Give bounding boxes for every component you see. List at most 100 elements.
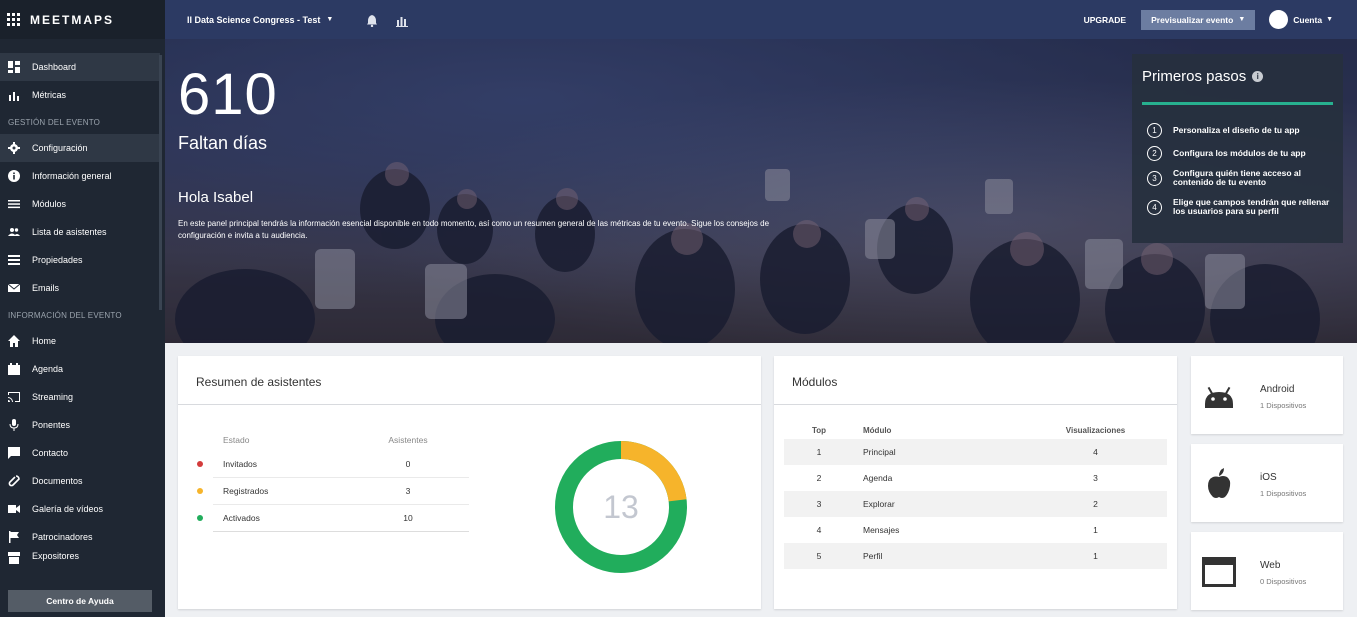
column-header: Visualizaciones (1065, 425, 1126, 435)
first-steps-title-text: Primeros pasos (1142, 68, 1247, 85)
sidebar-item-contacto[interactable]: Contacto (0, 439, 165, 467)
device-card-web: Web 0 Dispositivos (1191, 532, 1343, 610)
days-remaining: 610 (178, 62, 278, 127)
sidebar: MEETMAPS Dashboard Métricas GESTIÓN DEL … (0, 0, 165, 617)
bell-icon[interactable] (366, 14, 378, 27)
chat-icon (7, 446, 21, 460)
table-cell: Principal (863, 447, 896, 457)
sidebar-item-galeria-videos[interactable]: Galería de vídeos (0, 495, 165, 523)
column-header: Estado (223, 435, 250, 445)
table-cell: 1 (1093, 525, 1098, 535)
section-label-informacion: INFORMACIÓN DEL EVENTO (8, 311, 122, 320)
logo[interactable]: MEETMAPS (0, 0, 165, 39)
attendees-summary-card: Resumen de asistentes Estado Asistentes … (178, 356, 761, 609)
account-label: Cuenta (1293, 14, 1323, 25)
table-cell: Invitados (197, 459, 378, 469)
android-icon (1201, 378, 1237, 414)
table-cell: Explorar (863, 499, 895, 509)
sidebar-item-informacion-general[interactable]: Información general (0, 162, 165, 190)
device-card-ios: iOS 1 Dispositivos (1191, 444, 1343, 522)
divider (178, 404, 761, 405)
list-icon (7, 253, 21, 267)
sidebar-item-emails[interactable]: Emails (0, 274, 165, 302)
step-number: 4 (1147, 199, 1162, 215)
mail-icon (7, 281, 21, 295)
step-item[interactable]: 2 Configura los módulos de tu app (1147, 146, 1332, 161)
sidebar-item-label: Streaming (32, 392, 74, 402)
info-icon[interactable]: i (1252, 71, 1264, 82)
account-menu[interactable]: Cuenta ▼ (1293, 15, 1333, 25)
people-icon (7, 225, 21, 239)
video-icon (7, 502, 21, 516)
step-item[interactable]: 4 Elige que campos tendrán que rellenar … (1147, 198, 1332, 216)
greeting: Hola Isabel (178, 189, 254, 206)
section-label-gestion: GESTIÓN DEL EVENTO (8, 118, 101, 127)
sidebar-item-ponentes[interactable]: Ponentes (0, 411, 165, 439)
table-cell: Registrados (197, 486, 378, 496)
step-number: 3 (1147, 170, 1162, 186)
table-cell: Perfil (863, 551, 883, 561)
sidebar-item-modulos[interactable]: Módulos (0, 190, 165, 218)
card-title: Resumen de asistentes (196, 375, 322, 389)
sidebar-item-configuracion[interactable]: Configuración (0, 134, 160, 162)
table-cell: 2 (1093, 499, 1098, 509)
table-cell: 4 (1093, 447, 1098, 457)
chevron-down-icon: ▼ (1238, 16, 1246, 23)
step-item[interactable]: 3 Configura quién tiene acceso al conten… (1147, 169, 1332, 187)
donut-total: 13 (603, 488, 639, 525)
device-name: Web (1260, 560, 1281, 571)
apps-grid-icon[interactable] (7, 13, 20, 26)
preview-event-button[interactable]: Previsualizar evento ▼ (1141, 9, 1256, 30)
table-cell: Activados (197, 513, 378, 523)
table-cell: 1 (816, 447, 822, 457)
status-dot (197, 461, 203, 467)
sidebar-item-label: Documentos (32, 476, 83, 486)
event-selector[interactable]: II Data Science Congress - Test ▼ (187, 15, 333, 25)
step-item[interactable]: 1 Personaliza el diseño de tu app (1147, 123, 1332, 138)
sidebar-item-lista-asistentes[interactable]: Lista de asistentes (0, 218, 165, 246)
sidebar-scrollbar[interactable] (159, 55, 162, 310)
table-cell: 4 (816, 525, 822, 535)
sidebar-item-label: Expositores (32, 551, 80, 561)
table-row: 2 Agenda 3 (784, 465, 1167, 491)
help-center-button[interactable]: Centro de Ayuda (8, 590, 152, 612)
table-cell: 2 (816, 473, 822, 483)
device-card-android: Android 1 Dispositivos (1191, 356, 1343, 434)
device-count: 1 Dispositivos (1260, 489, 1307, 498)
table-cell: 3 (405, 486, 411, 496)
stats-icon[interactable] (396, 14, 409, 27)
table-cell: 10 (403, 513, 413, 523)
sidebar-item-dashboard[interactable]: Dashboard (0, 53, 160, 81)
sidebar-item-home[interactable]: Home (0, 327, 165, 355)
chevron-down-icon: ▼ (326, 16, 334, 23)
apple-icon (1201, 466, 1237, 502)
steps-progress-bar (1142, 102, 1333, 105)
cast-icon (7, 390, 21, 404)
table-body: 1 Principal 4 2 Agenda 3 3 Explorar 2 4 … (784, 439, 1167, 569)
sidebar-item-agenda[interactable]: Agenda (0, 355, 165, 383)
sidebar-item-documentos[interactable]: Documentos (0, 467, 165, 495)
table-row: 1 Principal 4 (784, 439, 1167, 465)
step-number: 2 (1147, 146, 1162, 161)
sidebar-item-label: Métricas (32, 90, 67, 100)
sidebar-item-label: Agenda (32, 364, 64, 374)
modules-card: Módulos Top Módulo Visualizaciones 1 Pri… (774, 356, 1177, 609)
status-dot (197, 515, 203, 521)
sidebar-item-label: Lista de asistentes (32, 227, 107, 237)
sidebar-item-streaming[interactable]: Streaming (0, 383, 165, 411)
column-header: Top (811, 425, 827, 435)
avatar[interactable] (1269, 10, 1289, 29)
table-row: 4 Mensajes 1 (784, 517, 1167, 543)
column-header: Asistentes (388, 435, 428, 445)
sidebar-item-propiedades[interactable]: Propiedades (0, 246, 165, 274)
table-cell: 1 (1093, 551, 1098, 561)
status-dot (197, 488, 203, 494)
upgrade-link[interactable]: UPGRADE (1084, 15, 1127, 25)
topbar: II Data Science Congress - Test ▼ UPGRAD… (165, 0, 1357, 39)
sidebar-item-expositores[interactable]: Expositores (0, 551, 165, 565)
sidebar-item-metricas[interactable]: Métricas (0, 81, 165, 109)
divider (774, 404, 1177, 405)
dashboard-icon (7, 60, 21, 74)
sidebar-item-patrocinadores[interactable]: Patrocinadores (0, 523, 165, 551)
device-count: 0 Dispositivos (1260, 577, 1307, 586)
